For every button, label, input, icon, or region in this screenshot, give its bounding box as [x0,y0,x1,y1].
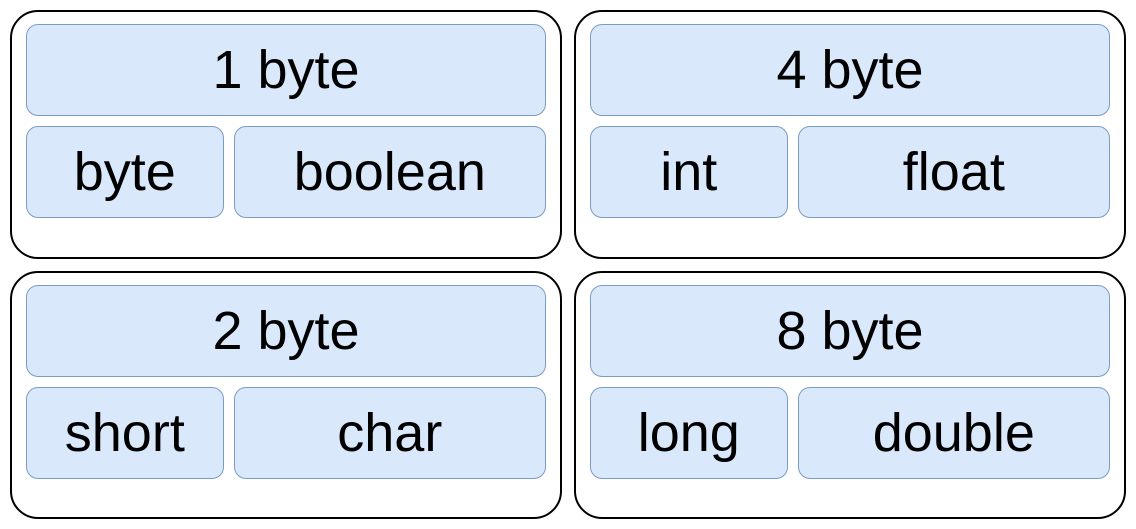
types-row: byte boolean [26,126,546,245]
group-header: 4 byte [590,24,1110,116]
type-long: long [590,387,788,479]
group-4-byte: 4 byte int float [574,10,1126,259]
type-int: int [590,126,788,218]
type-float: float [798,126,1110,218]
types-row: short char [26,387,546,506]
types-row: int float [590,126,1110,245]
byte-size-grid: 1 byte byte boolean 4 byte int float 2 b… [10,10,1126,519]
group-header: 8 byte [590,285,1110,377]
type-char: char [234,387,546,479]
group-8-byte: 8 byte long double [574,271,1126,520]
group-1-byte: 1 byte byte boolean [10,10,562,259]
type-short: short [26,387,224,479]
type-byte: byte [26,126,224,218]
type-boolean: boolean [234,126,546,218]
group-header: 2 byte [26,285,546,377]
type-double: double [798,387,1110,479]
types-row: long double [590,387,1110,506]
group-header: 1 byte [26,24,546,116]
group-2-byte: 2 byte short char [10,271,562,520]
